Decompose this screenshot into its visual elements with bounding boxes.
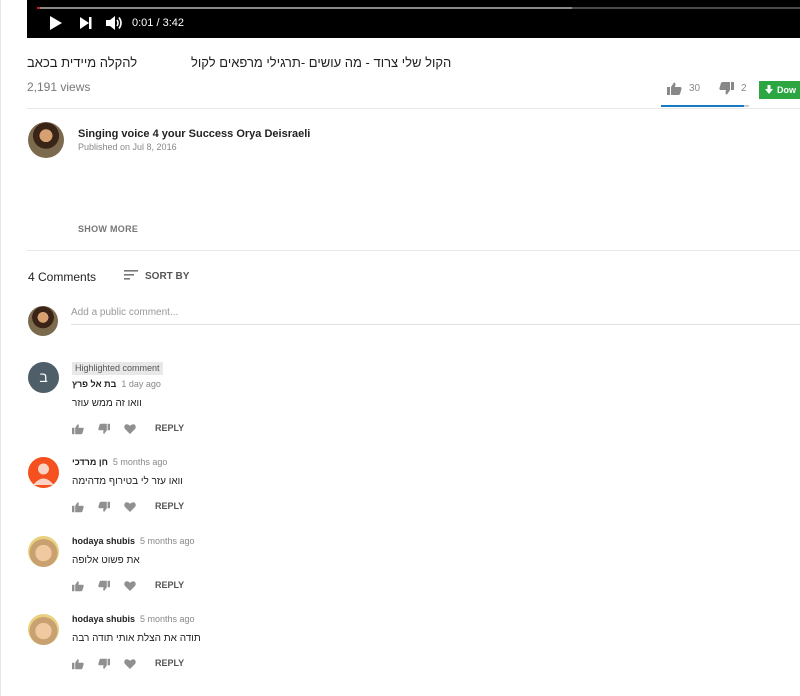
reply-button[interactable]: REPLY	[155, 423, 184, 433]
sort-icon	[124, 270, 138, 280]
comment-meta: hodaya shubis 5 months ago	[72, 614, 195, 624]
thumbs-down-icon[interactable]	[98, 658, 110, 670]
view-count: 2,191 views	[27, 80, 91, 94]
thumbs-up-icon[interactable]	[72, 423, 84, 435]
like-count: 30	[689, 83, 701, 94]
add-comment-input[interactable]: Add a public comment...	[71, 307, 800, 325]
comment-author[interactable]: hodaya shubis	[72, 536, 135, 546]
reply-button[interactable]: REPLY	[155, 580, 184, 590]
like-ratio-bar	[661, 105, 749, 107]
divider	[27, 250, 800, 251]
comment-text: תודה את הצלת אותי תודה רבה	[72, 633, 201, 644]
divider	[27, 108, 800, 109]
comment-text: וואו עזר לי בטירוף מדהימה	[72, 476, 183, 487]
volume-icon[interactable]	[105, 14, 123, 32]
thumbs-down-icon[interactable]	[98, 501, 110, 513]
heart-icon[interactable]	[124, 658, 136, 670]
commenter-avatar[interactable]: ב	[28, 362, 59, 393]
thumbs-up-icon[interactable]	[72, 501, 84, 513]
thumbs-down-icon[interactable]	[98, 423, 110, 435]
download-arrow-icon	[765, 85, 773, 94]
comment-meta: חן מרדכי 5 months ago	[72, 457, 167, 467]
comment-time[interactable]: 1 day ago	[121, 379, 161, 389]
heart-icon[interactable]	[124, 501, 136, 513]
comment-meta: בת אל פרץ 1 day ago	[72, 379, 161, 389]
user-avatar	[28, 306, 58, 336]
comment: hodaya shubis 5 months ago את פשוט אלופה …	[28, 536, 800, 606]
commenter-avatar[interactable]	[28, 457, 59, 488]
channel-avatar[interactable]	[28, 122, 64, 158]
watch-page: 0:01 / 3:42 להקלה מיידית בכאב הקול שלי צ…	[0, 0, 800, 696]
comment-text: את פשוט אלופה	[72, 555, 140, 566]
video-title-part-b: הקול שלי צרוד - מה עושים -תרגילי מרפאים …	[191, 55, 452, 70]
thumbs-up-icon[interactable]	[72, 580, 84, 592]
comment-author[interactable]: חן מרדכי	[72, 457, 108, 467]
sort-label: SORT BY	[145, 271, 190, 282]
download-label: Dow	[777, 85, 796, 95]
channel-name[interactable]: Singing voice 4 your Success Orya Deisra…	[78, 128, 310, 140]
comment-meta: hodaya shubis 5 months ago	[72, 536, 195, 546]
comment-time[interactable]: 5 months ago	[140, 536, 195, 546]
publish-date: Published on Jul 8, 2016	[78, 142, 177, 152]
comment: חן מרדכי 5 months ago וואו עזר לי בטירוף …	[28, 457, 800, 527]
heart-icon[interactable]	[124, 580, 136, 592]
thumbs-down-icon[interactable]	[719, 82, 734, 95]
thumbs-up-icon[interactable]	[667, 82, 682, 95]
comment: ב Highlighted comment בת אל פרץ 1 day ago…	[28, 362, 800, 435]
comment-author[interactable]: בת אל פרץ	[72, 379, 116, 389]
comment: hodaya shubis 5 months ago תודה את הצלת א…	[28, 614, 800, 684]
like-ratio-fill	[661, 105, 744, 107]
dislike-count: 2	[741, 83, 747, 94]
thumbs-up-icon[interactable]	[72, 658, 84, 670]
progress-loaded	[37, 7, 572, 9]
show-more-button[interactable]: SHOW MORE	[78, 224, 138, 234]
progress-played	[37, 7, 41, 9]
next-icon[interactable]	[79, 14, 93, 32]
sort-by-button[interactable]: SORT BY	[124, 270, 189, 282]
thumbs-down-icon[interactable]	[98, 580, 110, 592]
reply-button[interactable]: REPLY	[155, 501, 184, 511]
progress-bar[interactable]	[37, 7, 800, 9]
download-button[interactable]: Dow	[759, 81, 800, 99]
comment-author[interactable]: hodaya shubis	[72, 614, 135, 624]
video-title-part-a: להקלה מיידית בכאב	[27, 55, 138, 70]
comment-text: וואו זה ממש עוזר	[72, 398, 142, 409]
time-display: 0:01 / 3:42	[132, 17, 184, 29]
reply-button[interactable]: REPLY	[155, 658, 184, 668]
play-icon[interactable]	[49, 14, 63, 32]
comment-time[interactable]: 5 months ago	[140, 614, 195, 624]
heart-icon[interactable]	[124, 423, 136, 435]
comment-time[interactable]: 5 months ago	[113, 457, 168, 467]
highlighted-comment-badge: Highlighted comment	[72, 362, 163, 375]
commenter-avatar[interactable]	[28, 536, 59, 567]
person-icon	[33, 463, 54, 485]
video-player-controls[interactable]: 0:01 / 3:42	[27, 0, 800, 38]
commenter-avatar[interactable]	[28, 614, 59, 645]
comments-count: 4 Comments	[28, 270, 97, 284]
